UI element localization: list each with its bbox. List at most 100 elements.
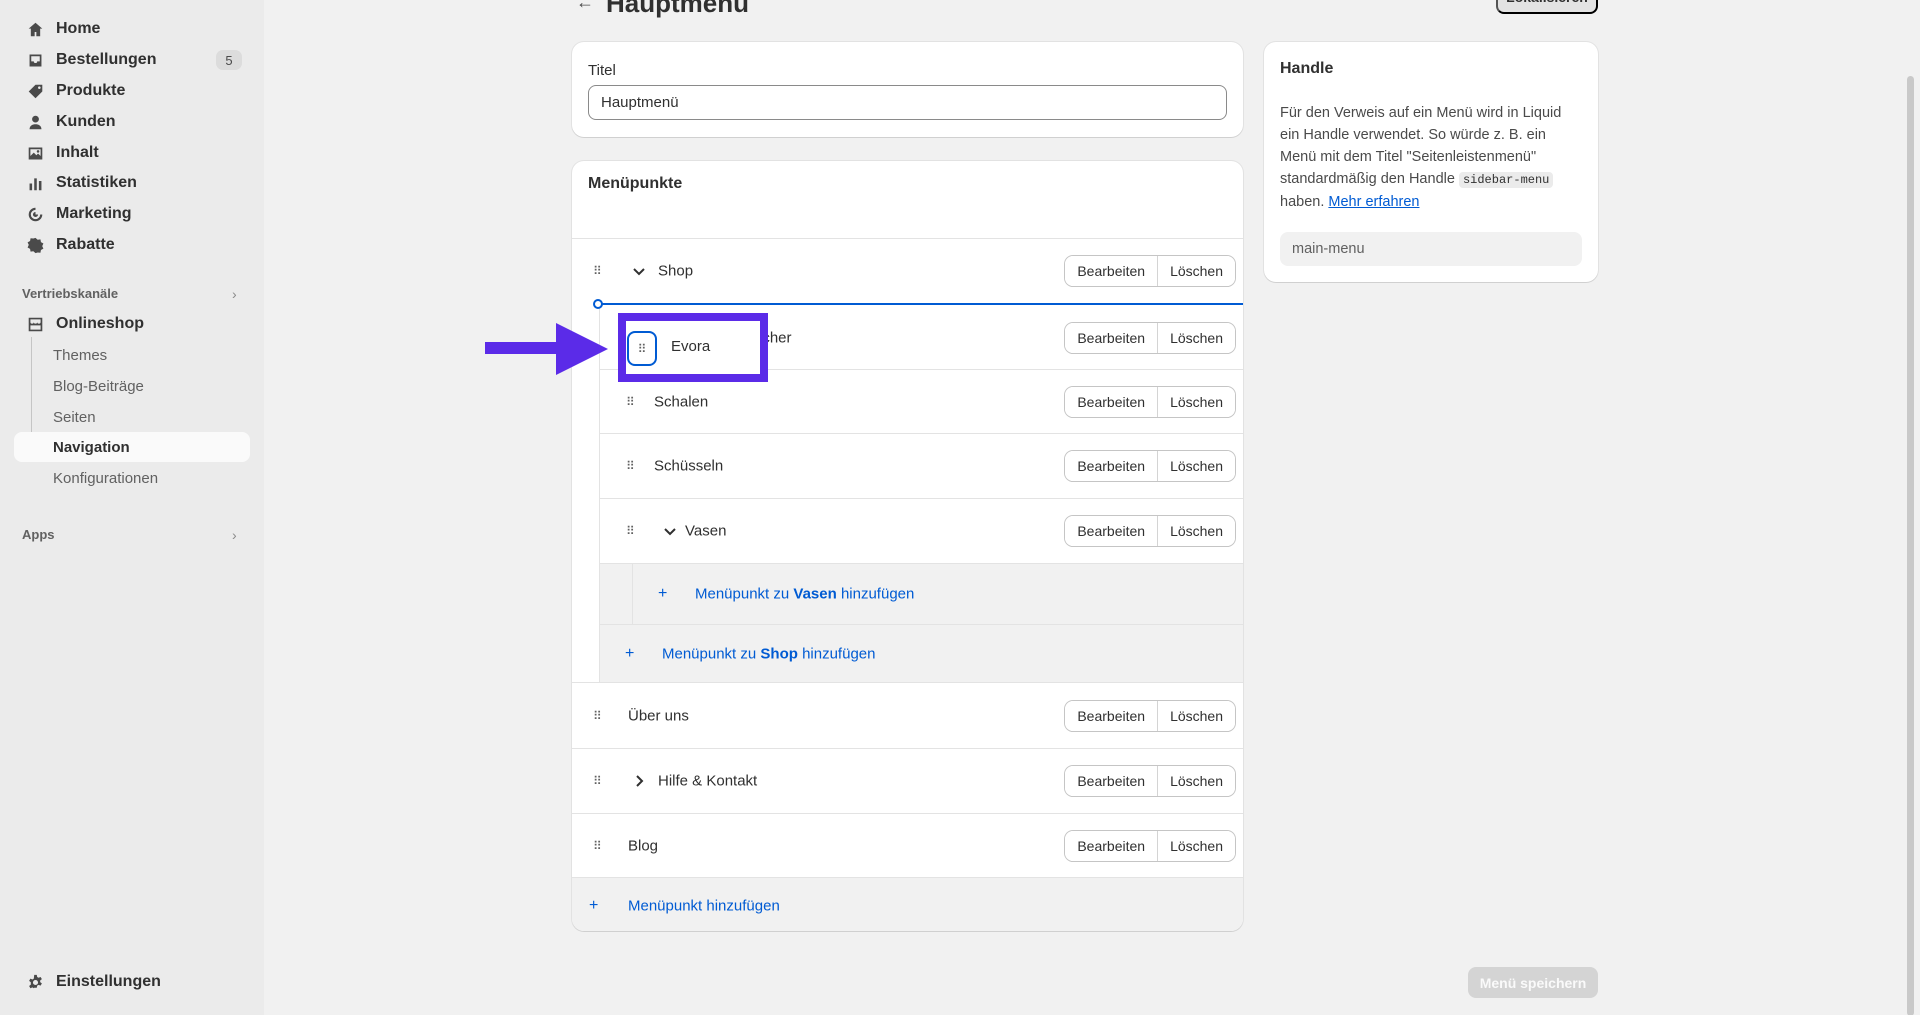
- sidebar-item-settings[interactable]: Einstellungen: [14, 967, 250, 997]
- inbox-icon: [26, 51, 44, 69]
- delete-button[interactable]: Löschen: [1157, 322, 1235, 353]
- edit-button[interactable]: Bearbeiten: [1065, 516, 1158, 546]
- edit-button[interactable]: Bearbeiten: [1065, 322, 1158, 353]
- target-icon: [26, 205, 44, 223]
- add-to-vasen-row[interactable]: + Menüpunkt zu Vasen hinzufügen: [600, 563, 1243, 625]
- chevron-down-icon[interactable]: [632, 264, 646, 278]
- sidebar-item-navigation[interactable]: Navigation: [14, 432, 250, 462]
- discount-icon: [26, 236, 44, 254]
- chevron-down-icon[interactable]: [663, 524, 677, 538]
- person-icon: [26, 113, 44, 131]
- row-actions: Bearbeiten Löschen: [1065, 830, 1235, 861]
- add-to-shop-link[interactable]: Menüpunkt zu Shop hinzufügen: [662, 645, 875, 662]
- menu-row-ueber-uns: ⠿ Über uns Bearbeiten Löschen: [572, 682, 1243, 748]
- menu-item-name: Hilfe & Kontakt: [658, 772, 758, 790]
- drop-indicator-dot: [593, 299, 603, 309]
- page-title: Hauptmenü: [606, 0, 749, 18]
- plus-icon: +: [658, 585, 668, 602]
- sidebar-item-discounts[interactable]: Rabatte: [14, 230, 250, 260]
- drag-handle-icon[interactable]: ⠿: [593, 774, 602, 788]
- sidebar-item-online-store[interactable]: Onlineshop: [14, 309, 250, 339]
- back-arrow-icon[interactable]: ←: [576, 0, 594, 13]
- plus-icon: +: [625, 644, 635, 662]
- edit-button[interactable]: Bearbeiten: [1065, 451, 1158, 481]
- bar-chart-icon: [26, 174, 44, 192]
- delete-button[interactable]: Löschen: [1157, 516, 1235, 546]
- home-icon: [26, 20, 44, 38]
- dragged-item-handle[interactable]: ⠿: [627, 331, 657, 366]
- edit-button[interactable]: Bearbeiten: [1065, 766, 1158, 796]
- drag-handle-icon[interactable]: ⠿: [593, 264, 602, 278]
- menu-item-name: Blog: [628, 837, 659, 854]
- delete-button[interactable]: Löschen: [1157, 766, 1235, 796]
- sidebar-item-analytics[interactable]: Statistiken: [14, 168, 250, 198]
- sidebar-item-pages[interactable]: Seiten: [14, 402, 250, 432]
- add-menu-item-link[interactable]: Menüpunkt hinzufügen: [628, 897, 780, 914]
- scrollbar[interactable]: [1907, 76, 1914, 1015]
- menu-items-title: Menüpunkte: [588, 175, 683, 192]
- row-actions: Bearbeiten Löschen: [1065, 516, 1235, 546]
- sidebar-item-orders[interactable]: Bestellungen 5: [14, 45, 250, 75]
- row-actions: Bearbeiten Löschen: [1065, 386, 1235, 417]
- menu-item-name: Schalen: [654, 393, 709, 410]
- menu-row-vasen: ⠿ Vasen Bearbeiten Löschen: [600, 498, 1243, 563]
- sidebar-item-content[interactable]: Inhalt: [14, 138, 250, 168]
- annotation-arrow-shaft: [485, 342, 560, 354]
- menu-item-name: Shop: [658, 262, 694, 280]
- orders-count-badge: 5: [216, 50, 242, 70]
- nested-indent-line: [632, 564, 633, 625]
- edit-button[interactable]: Bearbeiten: [1065, 830, 1158, 861]
- save-menu-button[interactable]: Menü speichern: [1468, 967, 1598, 998]
- handle-input[interactable]: main-menu: [1280, 232, 1582, 266]
- drag-handle-icon[interactable]: ⠿: [626, 524, 635, 538]
- sidebar-item-home[interactable]: Home: [14, 14, 250, 44]
- delete-button[interactable]: Löschen: [1157, 386, 1235, 417]
- apps-label[interactable]: Apps: [22, 527, 55, 542]
- drag-handle-icon[interactable]: ⠿: [593, 839, 602, 853]
- handle-code-example: sidebar-menu: [1458, 172, 1554, 188]
- edit-button[interactable]: Bearbeiten: [1065, 256, 1158, 286]
- menu-items-card: Menüpunkte ⠿ Shop Bearbeiten Löschen ech…: [572, 161, 1243, 931]
- sidebar-item-preferences[interactable]: Konfigurationen: [14, 463, 250, 493]
- add-menu-item-row[interactable]: + Menüpunkt hinzufügen: [572, 877, 1243, 931]
- sales-channels-label[interactable]: Vertriebskanäle: [22, 286, 118, 301]
- drag-handle-icon[interactable]: ⠿: [593, 709, 602, 723]
- title-input[interactable]: [588, 85, 1227, 120]
- dragged-item-name: Evora: [671, 338, 711, 355]
- sidebar-item-customers[interactable]: Kunden: [14, 107, 250, 137]
- localize-button[interactable]: Lokalisieren: [1496, 0, 1598, 14]
- gear-icon: [26, 973, 44, 991]
- sidebar-item-themes[interactable]: Themes: [14, 340, 250, 370]
- chevron-right-icon[interactable]: ›: [232, 527, 237, 543]
- row-actions: Bearbeiten Löschen: [1065, 322, 1235, 353]
- add-to-vasen-link[interactable]: Menüpunkt zu Vasen hinzufügen: [695, 586, 914, 603]
- chevron-right-icon[interactable]: [632, 774, 646, 788]
- title-label: Titel: [588, 62, 616, 79]
- add-to-shop-row[interactable]: + Menüpunkt zu Shop hinzufügen: [600, 624, 1243, 682]
- drag-handle-icon[interactable]: ⠿: [626, 459, 635, 473]
- menu-row-blog: ⠿ Blog Bearbeiten Löschen: [572, 813, 1243, 877]
- row-actions: Bearbeiten Löschen: [1065, 451, 1235, 481]
- delete-button[interactable]: Löschen: [1157, 451, 1235, 481]
- sidebar-item-products[interactable]: Produkte: [14, 76, 250, 106]
- drop-indicator-line: [601, 303, 1243, 305]
- sidebar: Home Bestellungen 5 Produkte Kunden Inha…: [0, 0, 264, 1015]
- edit-button[interactable]: Bearbeiten: [1065, 386, 1158, 417]
- delete-button[interactable]: Löschen: [1157, 830, 1235, 861]
- image-icon: [26, 144, 44, 162]
- menu-item-name: Über uns: [628, 707, 689, 724]
- delete-button[interactable]: Löschen: [1157, 700, 1235, 731]
- menu-row-shop: ⠿ Shop Bearbeiten Löschen: [572, 238, 1243, 303]
- tag-icon: [26, 82, 44, 100]
- sidebar-item-blog-posts[interactable]: Blog-Beiträge: [14, 371, 250, 401]
- edit-button[interactable]: Bearbeiten: [1065, 700, 1158, 731]
- learn-more-link[interactable]: Mehr erfahren: [1328, 194, 1419, 210]
- delete-button[interactable]: Löschen: [1157, 256, 1235, 286]
- handle-description: Für den Verweis auf ein Menü wird in Liq…: [1280, 105, 1562, 210]
- menu-item-name: Vasen: [685, 522, 727, 540]
- handle-card: Handle Für den Verweis auf ein Menü wird…: [1264, 42, 1598, 282]
- sidebar-item-marketing[interactable]: Marketing: [14, 199, 250, 229]
- drag-handle-icon[interactable]: ⠿: [626, 395, 635, 409]
- chevron-right-icon[interactable]: ›: [232, 286, 237, 302]
- menu-item-name: Schüsseln: [654, 457, 724, 475]
